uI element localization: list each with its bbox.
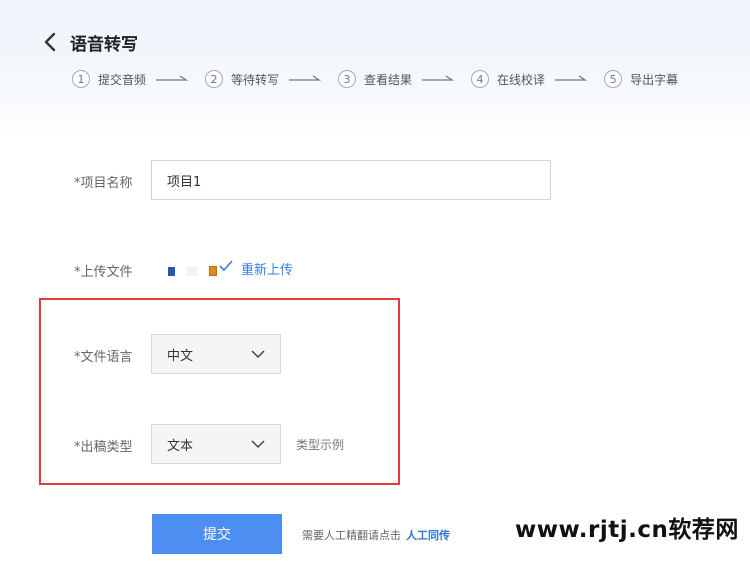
page-header: 语音转写 [40, 28, 138, 56]
arrow-right-icon [555, 75, 588, 81]
step-label: 导出字幕 [630, 72, 679, 87]
step-label: 等待转写 [231, 72, 280, 87]
step-label: 提交音频 [98, 72, 147, 87]
step-number: 2 [205, 70, 224, 88]
arrow-right-icon [422, 75, 455, 81]
arrow-right-icon [156, 75, 189, 81]
chevron-down-icon [251, 349, 265, 358]
chevron-left-icon[interactable] [40, 31, 62, 53]
chevron-down-icon [251, 439, 265, 448]
type-example-link[interactable]: 类型示例 [296, 436, 344, 453]
step-number: 3 [338, 70, 357, 88]
file-icon [168, 266, 175, 276]
output-type-label: *出稿类型 [74, 440, 133, 455]
project-name-input[interactable]: 项目1 [151, 160, 551, 200]
step-number: 4 [471, 70, 490, 88]
reupload-link[interactable]: 重新上传 [241, 259, 293, 278]
step-number: 1 [72, 70, 90, 88]
check-icon [219, 260, 233, 272]
step-label: 在线校译 [497, 72, 546, 87]
upload-file-label: *上传文件 [74, 265, 133, 280]
step-1: 1 提交音频 [72, 70, 205, 88]
human-translation-link[interactable]: 人工同传 [406, 527, 450, 543]
step-5: 5 导出字幕 [604, 70, 678, 88]
page-title: 语音转写 [70, 34, 138, 55]
step-label: 查看结果 [364, 72, 413, 87]
file-language-label: *文件语言 [74, 350, 133, 365]
progress-steps: 1 提交音频 2 等待转写 3 查看结果 4 在线校译 5 导出字幕 [72, 70, 678, 88]
project-name-value: 项目1 [167, 174, 202, 190]
step-3: 3 查看结果 [338, 70, 471, 88]
audio-file-icon [209, 266, 217, 276]
project-name-label: *项目名称 [74, 176, 133, 191]
human-translation-hint: 需要人工精翻请点击 人工同传 [302, 527, 450, 543]
step-4: 4 在线校译 [471, 70, 604, 88]
output-type-value: 文本 [167, 438, 194, 454]
output-type-select[interactable]: 文本 [151, 424, 281, 464]
watermark: www.rjtj.cn软荐网 [515, 517, 739, 543]
step-2: 2 等待转写 [205, 70, 338, 88]
language-select[interactable]: 中文 [151, 334, 281, 374]
upload-area: 重新上传 [168, 258, 293, 278]
language-value: 中文 [167, 348, 194, 364]
human-hint-text: 需要人工精翻请点击 [302, 529, 401, 542]
arrow-right-icon [289, 75, 322, 81]
file-icon [187, 266, 197, 276]
step-number: 5 [604, 70, 623, 88]
submit-button[interactable]: 提交 [152, 514, 282, 554]
